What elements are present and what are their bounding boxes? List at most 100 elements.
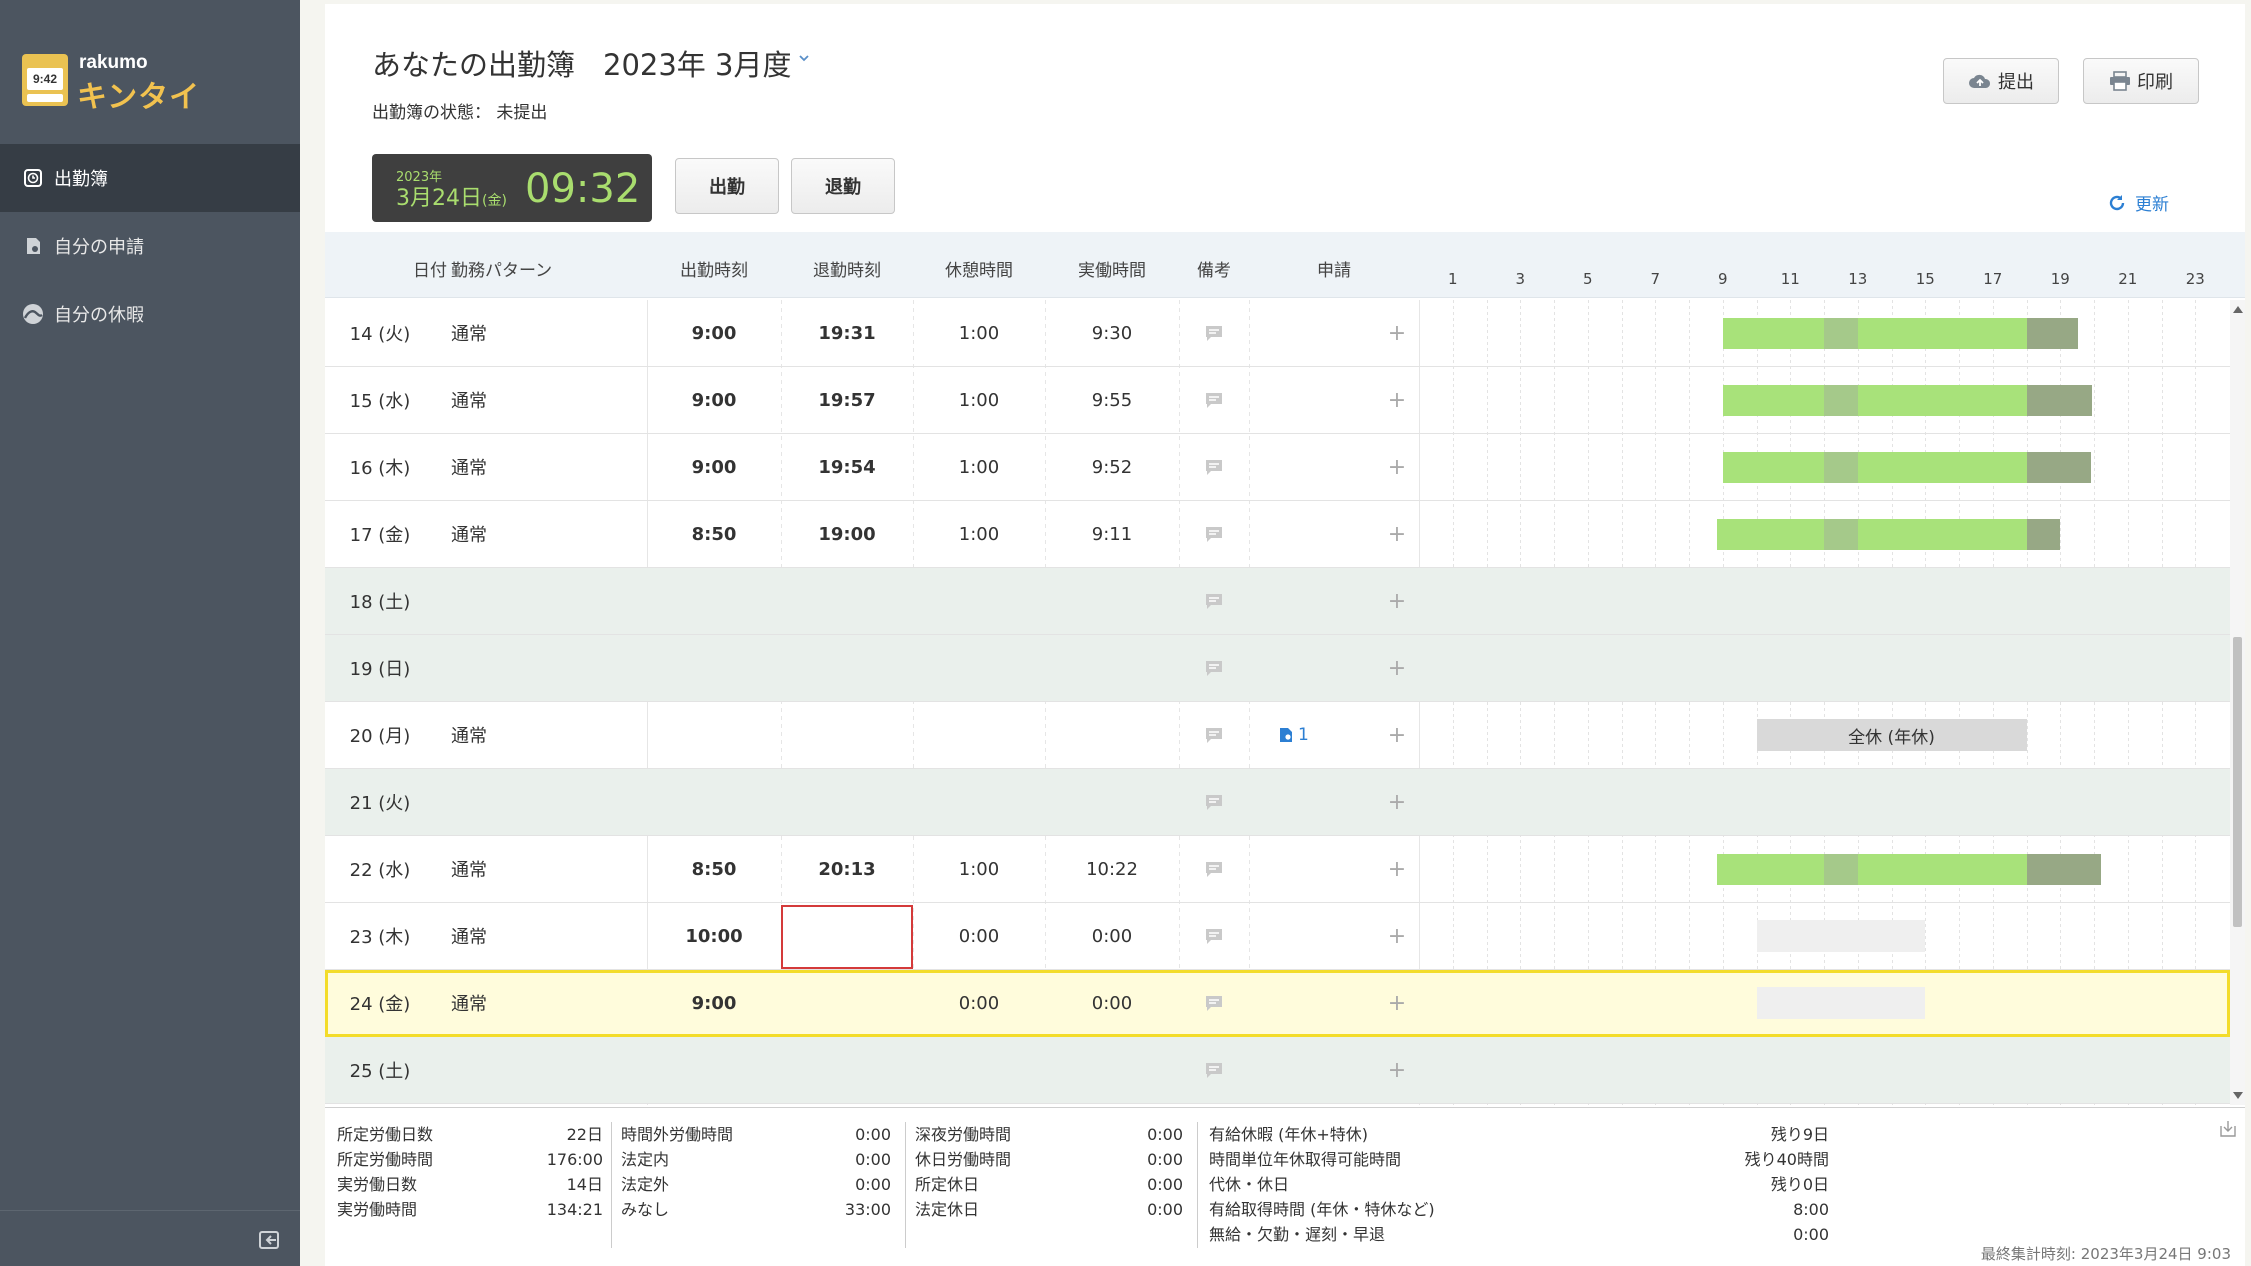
refresh-button[interactable]: 更新 bbox=[2107, 190, 2169, 215]
chevron-down-icon[interactable] bbox=[797, 50, 815, 68]
row-clock-in[interactable]: 8:50 bbox=[647, 501, 781, 567]
row-clock-in[interactable]: 9:00 bbox=[647, 300, 781, 366]
row-work: 9:52 bbox=[1091, 456, 1133, 478]
table-row[interactable]: 19 (日) + bbox=[325, 635, 2230, 702]
memo-icon[interactable] bbox=[1179, 702, 1249, 768]
add-request-icon[interactable]: + bbox=[1375, 903, 1419, 969]
memo-icon[interactable] bbox=[1179, 300, 1249, 366]
table-scrollbar[interactable] bbox=[2230, 300, 2245, 1105]
row-clock-in[interactable] bbox=[647, 568, 781, 634]
table-row[interactable]: 15 (水) 通常 9:00 19:57 1:00 9:55 + bbox=[325, 367, 2230, 434]
row-clock-in[interactable]: 9:00 bbox=[647, 970, 781, 1036]
memo-icon[interactable] bbox=[1179, 635, 1249, 701]
scroll-thumb[interactable] bbox=[2233, 637, 2242, 927]
clock-out-edit-field[interactable] bbox=[781, 905, 913, 969]
row-clock-in[interactable]: 9:00 bbox=[647, 367, 781, 433]
table-row[interactable]: 25 (土) + bbox=[325, 1037, 2230, 1104]
row-clock-in[interactable]: 9:00 bbox=[647, 434, 781, 500]
row-rest bbox=[913, 635, 1045, 701]
summary-value: 0:00 bbox=[1147, 1175, 1183, 1194]
status-label: 出勤簿の状態： bbox=[372, 103, 491, 123]
table-row[interactable]: 20 (月) 通常 1 + 全休 (年休) bbox=[325, 702, 2230, 769]
summary-value: 0:00 bbox=[855, 1175, 891, 1194]
add-request-icon[interactable]: + bbox=[1375, 635, 1419, 701]
row-clock-out[interactable]: 19:54 bbox=[781, 434, 913, 500]
break-bar bbox=[1824, 854, 1858, 885]
collapse-sidebar-icon[interactable] bbox=[258, 1229, 280, 1251]
table-row[interactable]: 21 (火) + bbox=[325, 769, 2230, 836]
work-bar bbox=[1857, 854, 2027, 885]
clock-in-button[interactable]: 出勤 bbox=[675, 158, 779, 214]
row-pattern bbox=[451, 568, 641, 634]
row-work bbox=[1045, 702, 1179, 768]
table-row[interactable]: 17 (金) 通常 8:50 19:00 1:00 9:11 + bbox=[325, 501, 2230, 568]
row-clock-out[interactable]: 20:13 bbox=[781, 836, 913, 902]
row-clock-out[interactable] bbox=[781, 702, 913, 768]
col-out: 退勤時刻 bbox=[813, 261, 881, 281]
add-request-icon[interactable]: + bbox=[1375, 702, 1419, 768]
row-clock-in[interactable]: 10:00 bbox=[647, 903, 781, 969]
scroll-up-icon[interactable] bbox=[2233, 306, 2243, 313]
row-date: 16 (木) bbox=[349, 458, 411, 479]
add-request-icon[interactable]: + bbox=[1375, 769, 1419, 835]
table-row[interactable]: 24 (金) 通常 9:00 0:00 0:00 + bbox=[325, 970, 2230, 1037]
request-link[interactable]: 1 bbox=[1279, 725, 1309, 745]
period-selector[interactable]: 2023年 3月度 bbox=[603, 42, 791, 84]
row-rest: 1:00 bbox=[958, 523, 1000, 545]
memo-icon[interactable] bbox=[1179, 568, 1249, 634]
table-row[interactable]: 14 (火) 通常 9:00 19:31 1:00 9:30 + bbox=[325, 300, 2230, 367]
sidebar-item-my-vacation[interactable]: 自分の休暇 bbox=[0, 280, 300, 348]
row-date: 15 (水) bbox=[349, 391, 411, 412]
table-row[interactable]: 22 (水) 通常 8:50 20:13 1:00 10:22 + bbox=[325, 836, 2230, 903]
row-clock-in[interactable] bbox=[647, 1037, 781, 1103]
submit-button[interactable]: 提出 bbox=[1943, 58, 2059, 104]
row-clock-in[interactable] bbox=[647, 769, 781, 835]
app-logo[interactable]: 9:42 rakumo キンタイ bbox=[22, 50, 272, 115]
row-clock-out[interactable]: 19:31 bbox=[781, 300, 913, 366]
col-rest: 休憩時間 bbox=[945, 261, 1013, 281]
memo-icon[interactable] bbox=[1179, 769, 1249, 835]
row-rest: 0:00 bbox=[958, 925, 1000, 947]
add-request-icon[interactable]: + bbox=[1375, 300, 1419, 366]
add-request-icon[interactable]: + bbox=[1375, 970, 1419, 1036]
memo-icon[interactable] bbox=[1179, 434, 1249, 500]
break-bar bbox=[1824, 385, 1858, 416]
table-row[interactable]: 18 (土) + bbox=[325, 568, 2230, 635]
memo-icon[interactable] bbox=[1179, 836, 1249, 902]
add-request-icon[interactable]: + bbox=[1375, 367, 1419, 433]
print-button[interactable]: 印刷 bbox=[2083, 58, 2199, 104]
add-request-icon[interactable]: + bbox=[1375, 501, 1419, 567]
summary-key: 法定外 bbox=[621, 1175, 670, 1194]
row-clock-out[interactable] bbox=[781, 970, 913, 1036]
row-clock-in[interactable] bbox=[647, 635, 781, 701]
sidebar-item-my-requests[interactable]: 自分の申請 bbox=[0, 212, 300, 280]
scroll-down-icon[interactable] bbox=[2233, 1092, 2243, 1099]
add-request-icon[interactable]: + bbox=[1375, 568, 1419, 634]
memo-icon[interactable] bbox=[1179, 903, 1249, 969]
memo-icon[interactable] bbox=[1179, 501, 1249, 567]
memo-icon[interactable] bbox=[1179, 1037, 1249, 1103]
clock-out-button[interactable]: 退勤 bbox=[791, 158, 895, 214]
row-clock-out[interactable] bbox=[781, 635, 913, 701]
summary-key: 代休・休日 bbox=[1209, 1175, 1290, 1194]
memo-icon[interactable] bbox=[1179, 367, 1249, 433]
add-request-icon[interactable]: + bbox=[1375, 1037, 1419, 1103]
add-request-icon[interactable]: + bbox=[1375, 434, 1419, 500]
memo-icon[interactable] bbox=[1179, 970, 1249, 1036]
row-clock-out[interactable]: 19:57 bbox=[781, 367, 913, 433]
row-clock-out[interactable]: 19:00 bbox=[781, 501, 913, 567]
download-icon[interactable] bbox=[2219, 1120, 2237, 1138]
refresh-icon bbox=[2109, 194, 2125, 210]
table-row[interactable]: 16 (木) 通常 9:00 19:54 1:00 9:52 + bbox=[325, 434, 2230, 501]
row-clock-out[interactable] bbox=[781, 568, 913, 634]
row-clock-out[interactable] bbox=[781, 769, 913, 835]
row-clock-in[interactable]: 8:50 bbox=[647, 836, 781, 902]
row-work bbox=[1045, 769, 1179, 835]
table-row[interactable]: 23 (木) 通常 10:00 0:00 0:00 + bbox=[325, 903, 2230, 970]
row-clock-out[interactable] bbox=[781, 1037, 913, 1103]
row-clock-in[interactable] bbox=[647, 702, 781, 768]
sidebar-item-attendance[interactable]: 出勤簿 bbox=[0, 144, 300, 212]
add-request-icon[interactable]: + bbox=[1375, 836, 1419, 902]
row-work bbox=[1045, 635, 1179, 701]
summary-value: 0:00 bbox=[855, 1150, 891, 1169]
